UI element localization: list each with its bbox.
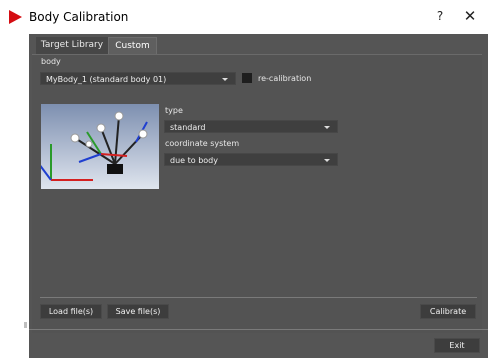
load-files-button[interactable]: Load file(s) <box>40 304 102 319</box>
coordinate-system-label: coordinate system <box>165 139 240 148</box>
body-select[interactable]: MyBody_1 (standard body 01) <box>40 72 236 85</box>
resize-grip <box>24 322 27 328</box>
recalibration-label: re-calibration <box>258 74 312 83</box>
coordinate-system-value: due to body <box>170 156 218 165</box>
body-select-value: MyBody_1 (standard body 01) <box>46 75 167 84</box>
window-title: Body Calibration <box>29 10 129 24</box>
type-select[interactable]: standard <box>164 120 338 133</box>
type-select-value: standard <box>170 123 206 132</box>
chevron-down-icon <box>324 159 330 162</box>
body-preview-image <box>38 104 159 189</box>
recalibration-checkbox[interactable] <box>242 73 252 83</box>
coordinate-system-select[interactable]: due to body <box>164 153 338 166</box>
save-files-button[interactable]: Save file(s) <box>107 304 169 319</box>
body-label: body <box>41 57 61 66</box>
tab-target-library[interactable]: Target Library <box>36 37 108 54</box>
marker-body-illustration <box>38 111 148 181</box>
exit-button[interactable]: Exit <box>434 338 480 353</box>
close-button[interactable]: ✕ <box>458 6 482 26</box>
custom-panel <box>32 54 482 333</box>
app-logo-icon <box>9 10 22 24</box>
title-bar: Body Calibration ? ✕ <box>0 0 488 34</box>
calibrate-button[interactable]: Calibrate <box>420 304 476 319</box>
footer-separator <box>29 329 488 330</box>
chevron-down-icon <box>324 126 330 129</box>
body-calibration-window: Body Calibration ? ✕ Target Library Cust… <box>0 0 488 358</box>
help-button[interactable]: ? <box>430 6 450 26</box>
type-label: type <box>165 106 183 115</box>
separator <box>40 297 477 298</box>
tab-custom[interactable]: Custom <box>108 37 157 55</box>
chevron-down-icon <box>222 78 228 81</box>
